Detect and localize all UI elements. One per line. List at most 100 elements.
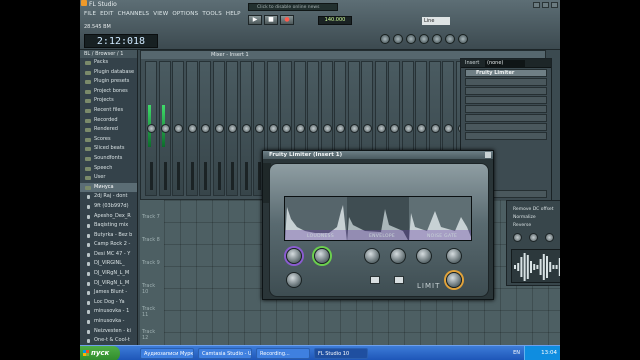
piano-roll-icon[interactable]	[406, 34, 416, 44]
mixer-icon[interactable]	[432, 34, 442, 44]
taskbar-task[interactable]: Аудиозаписи Мурки	[140, 348, 194, 359]
browser-file-item[interactable]: Loc Dog - Ya	[80, 298, 137, 308]
volume-fader[interactable]	[217, 162, 221, 190]
mixer-strip[interactable]	[185, 61, 198, 196]
browser-folder-item[interactable]: Scores	[80, 135, 137, 145]
mixer-strip[interactable]	[239, 61, 252, 196]
plugin-icon[interactable]	[445, 34, 455, 44]
taskbar-task[interactable]: Recording...	[256, 348, 310, 359]
pan-knob[interactable]	[255, 124, 264, 133]
pan-knob[interactable]	[390, 124, 399, 133]
pan-knob[interactable]	[417, 124, 426, 133]
pan-knob[interactable]	[403, 124, 413, 133]
browser-file-item[interactable]: Camp Rock 2 -	[80, 240, 137, 250]
browser-file-item[interactable]: minusovka -	[80, 317, 137, 327]
fx-slot[interactable]	[465, 132, 547, 140]
pan-knob[interactable]	[241, 124, 251, 133]
hint-bar[interactable]: Click to disable online news	[248, 3, 338, 11]
tempo-display[interactable]: 140.000	[318, 16, 352, 25]
stop-button[interactable]: ■	[264, 15, 278, 25]
envelope-knob[interactable]	[529, 233, 538, 242]
ratio-knob[interactable]	[390, 248, 406, 264]
track-label[interactable]: Track 7	[140, 214, 160, 236]
menu-file[interactable]: FILE	[84, 11, 96, 17]
envelope-knob[interactable]	[513, 233, 522, 242]
gain-knob[interactable]	[286, 248, 302, 264]
menu-options[interactable]: OPTIONS	[172, 11, 198, 17]
fx-insert-name[interactable]: (none)	[485, 60, 525, 67]
pan-knob[interactable]	[336, 124, 345, 133]
fx-slot[interactable]	[465, 96, 547, 104]
pan-knob[interactable]	[187, 124, 197, 133]
browser-file-item[interactable]: Desi MC 47 - Y	[80, 250, 137, 260]
help-icon[interactable]	[458, 34, 468, 44]
saturation-knob[interactable]	[314, 248, 330, 264]
pan-knob[interactable]	[147, 124, 156, 133]
browser-folder-item[interactable]: Plugin database	[80, 68, 137, 78]
envelope-option[interactable]: Remove DC offset	[513, 207, 553, 212]
threshold-knob[interactable]	[364, 248, 380, 264]
pan-knob[interactable]	[282, 124, 291, 133]
browser-folder-item[interactable]: Recent files	[80, 106, 137, 116]
menu-edit[interactable]: EDIT	[100, 11, 114, 17]
pan-knob[interactable]	[363, 124, 372, 133]
track-label[interactable]: Track 8	[140, 237, 160, 259]
close-icon[interactable]	[551, 2, 558, 8]
volume-fader[interactable]	[258, 162, 261, 190]
browser-file-item[interactable]: DJ_VIRGINL_	[80, 259, 137, 269]
step-sequencer-icon[interactable]	[393, 34, 403, 44]
browser-file-item[interactable]: 2dj Raj - dont	[80, 192, 137, 202]
volume-fader[interactable]	[231, 162, 234, 190]
gate-knob[interactable]	[446, 272, 462, 288]
pan-knob[interactable]	[376, 124, 386, 133]
envelope-knob[interactable]	[545, 233, 554, 242]
track-label[interactable]: Track 11	[140, 306, 160, 328]
volume-fader[interactable]	[150, 162, 153, 190]
browser-file-item[interactable]: Neizvesten - ki	[80, 327, 137, 337]
mixer-strip[interactable]	[145, 61, 157, 196]
track-label[interactable]: Track 10	[140, 283, 160, 305]
play-button[interactable]: ▶	[248, 15, 262, 25]
browser-folder-item[interactable]: Speech	[80, 164, 137, 174]
envelope-option[interactable]: Normalize	[513, 215, 536, 220]
pan-knob[interactable]	[268, 124, 278, 133]
release-knob[interactable]	[446, 248, 462, 264]
pan-knob[interactable]	[214, 124, 224, 133]
taskbar-task[interactable]: Camtasia Studio - Unt	[198, 348, 252, 359]
menu-channels[interactable]: CHANNELS	[118, 11, 150, 17]
start-button[interactable]: пуск	[80, 346, 120, 360]
pan-knob[interactable]	[430, 124, 440, 133]
menu-tools[interactable]: TOOLS	[202, 11, 222, 17]
pan-knob[interactable]	[160, 124, 170, 133]
volume-fader[interactable]	[163, 162, 167, 190]
plugin-title[interactable]: Fruity Limiter (Insert 1)	[263, 151, 493, 159]
fx-slot[interactable]	[465, 87, 547, 95]
pan-knob[interactable]	[309, 124, 318, 133]
volume-fader[interactable]	[244, 162, 248, 190]
browser-folder-item[interactable]: Projects	[80, 96, 137, 106]
browser-folder-item[interactable]: Packs	[80, 58, 137, 68]
mixer-strip[interactable]	[226, 61, 238, 196]
taskbar-task[interactable]: FL Studio 10	[314, 348, 368, 359]
browser-folder-item[interactable]: Минуса	[80, 182, 137, 193]
playlist-icon[interactable]	[380, 34, 390, 44]
browser-file-item[interactable]: 9ft (03b997d)	[80, 202, 137, 212]
volume-fader[interactable]	[177, 162, 180, 190]
volume-fader[interactable]	[190, 162, 194, 190]
next-button[interactable]	[394, 276, 404, 284]
track-label[interactable]: Track 9	[140, 260, 160, 282]
pan-knob[interactable]	[174, 124, 183, 133]
pan-knob[interactable]	[444, 124, 453, 133]
browser-file-item[interactable]: minusovka - 1	[80, 307, 137, 317]
attack-knob[interactable]	[416, 248, 432, 264]
browser-folder-item[interactable]: Soundfonts	[80, 154, 137, 164]
pan-knob[interactable]	[228, 124, 237, 133]
minimize-icon[interactable]	[533, 2, 540, 8]
browser-file-item[interactable]: Butyrka - Bez b	[80, 231, 137, 241]
menu-view[interactable]: VIEW	[153, 11, 168, 17]
maximize-icon[interactable]	[542, 2, 549, 8]
fx-slot[interactable]	[465, 114, 547, 122]
pan-knob[interactable]	[322, 124, 332, 133]
pan-knob[interactable]	[295, 124, 305, 133]
browser-folder-item[interactable]: Sliced beats	[80, 144, 137, 154]
